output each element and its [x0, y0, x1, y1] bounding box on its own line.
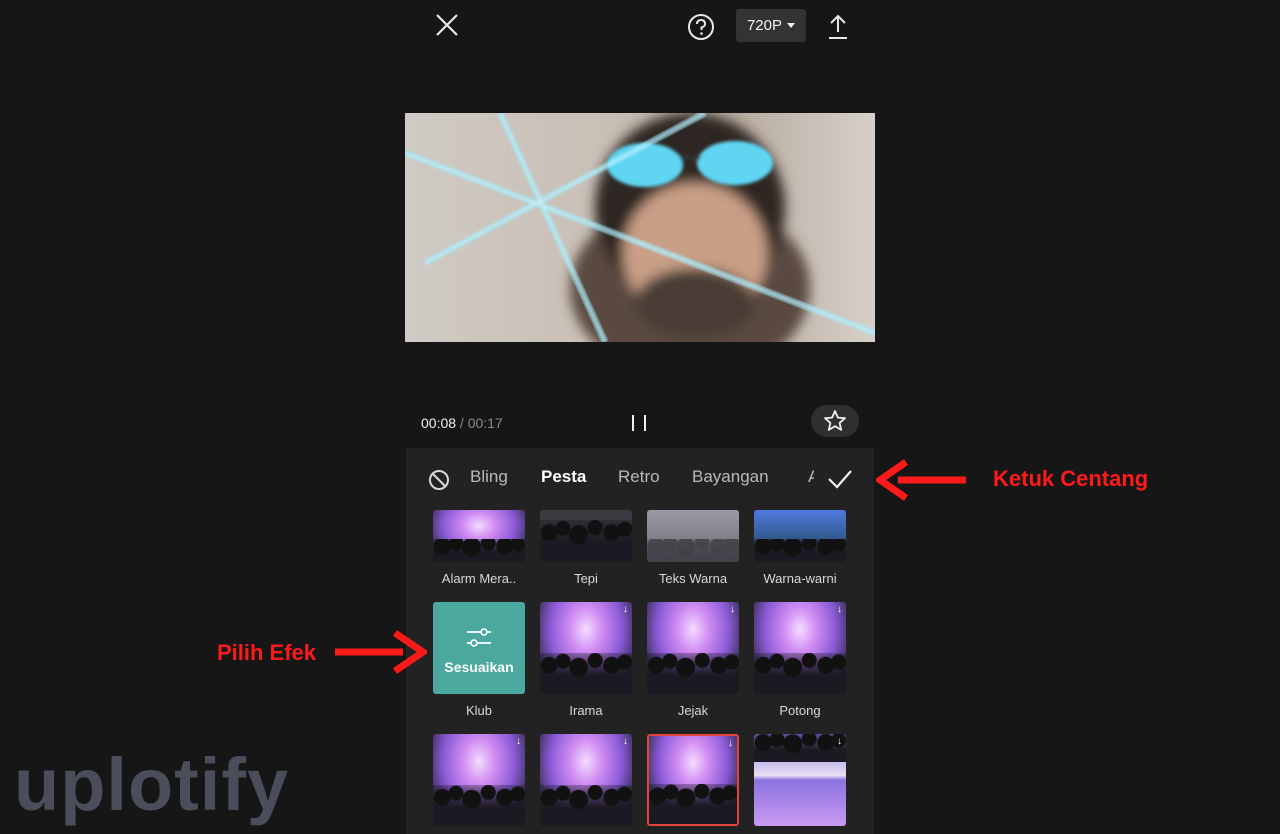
adjust-sliders-icon	[467, 628, 491, 647]
effect-thumb-irama[interactable]: ↓	[540, 602, 632, 694]
favorite-button[interactable]	[811, 405, 859, 437]
effect-label: Tepi	[574, 571, 598, 586]
download-icon: ↓	[516, 736, 521, 747]
tab-bling[interactable]: Bling	[470, 467, 508, 487]
time-separator: /	[456, 415, 468, 431]
arrow-left-annotation	[876, 459, 966, 501]
time-display: 00:08 / 00:17	[421, 415, 503, 431]
checkmark-icon[interactable]	[826, 466, 854, 492]
effect-thumb-tepi[interactable]	[540, 510, 632, 562]
tab-bayangan[interactable]: Bayangan	[692, 467, 769, 487]
current-time: 00:08	[421, 415, 457, 431]
effects-panel: Bling Pesta Retro Bayangan A Alarm Mera.…	[406, 448, 874, 834]
preview-frame	[405, 113, 875, 342]
adjust-label: Sesuaikan	[444, 659, 514, 675]
effect-label: Jejak	[677, 703, 709, 718]
effect-label: Irama	[569, 703, 603, 718]
pause-icon[interactable]	[629, 412, 651, 434]
watermark-logo: uplotify	[14, 743, 290, 826]
effect-thumb-alarm[interactable]	[433, 510, 525, 562]
effect-label: Potong	[779, 703, 821, 718]
no-effect-icon[interactable]	[428, 469, 450, 491]
effect-label: Klub	[465, 703, 493, 718]
resolution-dropdown[interactable]: 720P	[736, 9, 806, 42]
total-time: 00:17	[467, 415, 503, 431]
help-icon[interactable]	[686, 12, 716, 42]
download-icon: ↓	[837, 604, 842, 615]
effect-thumb-klub-adjust[interactable]: Sesuaikan	[433, 602, 525, 694]
effect-label: Alarm Mera..	[441, 571, 517, 586]
download-icon: ↓	[730, 604, 735, 615]
effect-thumb-potong[interactable]: ↓	[754, 602, 846, 694]
effect-label: Warna-warni	[763, 571, 837, 586]
tab-pesta[interactable]: Pesta	[541, 467, 586, 487]
effect-thumb-jejak[interactable]: ↓	[647, 602, 739, 694]
effect-thumb[interactable]: ↓	[433, 734, 525, 826]
download-icon: ↓	[623, 736, 628, 747]
close-icon[interactable]	[432, 10, 462, 40]
resolution-label: 720P	[746, 17, 783, 34]
star-icon	[824, 410, 846, 431]
select-hint: Pilih Efek	[217, 640, 317, 665]
effect-thumb-teks-warna[interactable]	[647, 510, 739, 562]
confirm-hint: Ketuk Centang	[993, 466, 1149, 491]
download-icon: ↓	[623, 604, 628, 615]
export-icon[interactable]	[824, 12, 852, 42]
caret-down-icon	[787, 23, 796, 28]
effect-category-tabs: Bling Pesta Retro Bayangan A	[406, 448, 874, 506]
effect-thumb[interactable]: ↓	[754, 734, 846, 826]
effect-thumb-selected[interactable]: ↓	[647, 734, 739, 826]
effect-thumb[interactable]: ↓	[540, 734, 632, 826]
tab-retro[interactable]: Retro	[618, 467, 660, 487]
download-icon: ↓	[728, 738, 733, 749]
effect-thumb-warna-warni[interactable]	[754, 510, 846, 562]
arrow-right-annotation	[335, 630, 427, 674]
effect-label: Teks Warna	[658, 571, 728, 586]
video-preview	[405, 113, 875, 342]
download-icon: ↓	[837, 736, 842, 747]
